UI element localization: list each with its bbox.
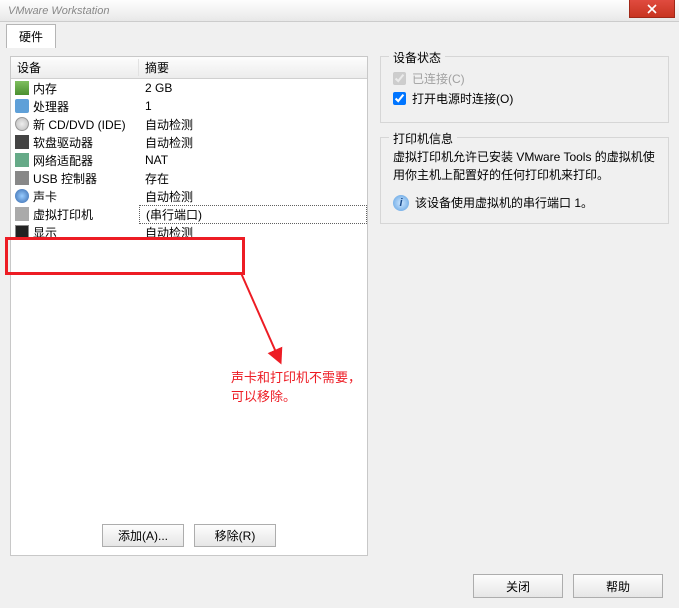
device-summary: 自动检测 — [139, 188, 367, 205]
titlebar: VMware Workstation — [0, 0, 679, 22]
device-row[interactable]: 新 CD/DVD (IDE)自动检测 — [11, 115, 367, 133]
device-summary: 2 GB — [139, 81, 367, 95]
tab-bar: 硬件 — [0, 22, 679, 48]
device-summary: 自动检测 — [139, 224, 367, 241]
device-name: 显示 — [33, 224, 139, 241]
device-name: 虚拟打印机 — [33, 206, 139, 223]
device-name: 软盘驱动器 — [33, 134, 139, 151]
sound-icon — [15, 189, 29, 203]
printer-info-group: 打印机信息 虚拟打印机允许已安装 VMware Tools 的虚拟机使用你主机上… — [380, 137, 669, 224]
memory-icon — [15, 81, 29, 95]
info-icon: i — [393, 195, 409, 211]
usb-icon — [15, 171, 29, 185]
printer-info-note: 该设备使用虚拟机的串行端口 1。 — [415, 194, 593, 211]
device-summary: (串行端口) — [139, 205, 367, 224]
display-icon — [15, 225, 29, 239]
cpu-icon — [15, 99, 29, 113]
remove-device-button[interactable]: 移除(R) — [194, 524, 276, 547]
printer-info-legend: 打印机信息 — [389, 130, 457, 147]
device-list-header: 设备 摘要 — [11, 57, 367, 79]
device-name: 声卡 — [33, 188, 139, 205]
header-summary[interactable]: 摘要 — [139, 59, 367, 76]
close-icon — [647, 4, 657, 14]
header-device[interactable]: 设备 — [11, 59, 139, 76]
device-row[interactable]: 显示自动检测 — [11, 223, 367, 241]
printer-icon — [15, 207, 29, 221]
network-icon — [15, 153, 29, 167]
device-name: 处理器 — [33, 98, 139, 115]
device-summary: NAT — [139, 153, 367, 167]
device-row[interactable]: 声卡自动检测 — [11, 187, 367, 205]
device-list[interactable]: 内存2 GB处理器1新 CD/DVD (IDE)自动检测软盘驱动器自动检测网络适… — [11, 79, 367, 516]
cd-icon — [15, 117, 29, 131]
device-name: 内存 — [33, 80, 139, 97]
device-row[interactable]: 处理器1 — [11, 97, 367, 115]
close-button[interactable]: 关闭 — [473, 574, 563, 598]
device-buttons: 添加(A)... 移除(R) — [11, 516, 367, 555]
connect-at-poweron-label: 打开电源时连接(O) — [412, 90, 513, 107]
window-title: VMware Workstation — [8, 5, 109, 17]
device-name: 新 CD/DVD (IDE) — [33, 116, 139, 133]
close-window-button[interactable] — [629, 0, 675, 18]
printer-info-text: 虚拟打印机允许已安装 VMware Tools 的虚拟机使用你主机上配置好的任何… — [393, 148, 656, 184]
annotation-text: 声卡和打印机不需要，可以移除。 — [231, 367, 367, 405]
help-button[interactable]: 帮助 — [573, 574, 663, 598]
device-name: USB 控制器 — [33, 170, 139, 187]
device-summary: 存在 — [139, 170, 367, 187]
device-row[interactable]: USB 控制器存在 — [11, 169, 367, 187]
device-summary: 自动检测 — [139, 134, 367, 151]
device-summary: 1 — [139, 99, 367, 113]
floppy-icon — [15, 135, 29, 149]
tab-hardware[interactable]: 硬件 — [6, 24, 56, 48]
device-status-legend: 设备状态 — [389, 49, 445, 66]
device-row[interactable]: 内存2 GB — [11, 79, 367, 97]
device-name: 网络适配器 — [33, 152, 139, 169]
connect-at-poweron-checkbox[interactable] — [393, 92, 406, 105]
add-device-button[interactable]: 添加(A)... — [102, 524, 184, 547]
device-list-panel: 设备 摘要 内存2 GB处理器1新 CD/DVD (IDE)自动检测软盘驱动器自… — [10, 56, 368, 556]
device-row[interactable]: 虚拟打印机(串行端口) — [11, 205, 367, 223]
device-row[interactable]: 网络适配器NAT — [11, 151, 367, 169]
connected-checkbox[interactable] — [393, 72, 406, 85]
device-summary: 自动检测 — [139, 116, 367, 133]
device-row[interactable]: 软盘驱动器自动检测 — [11, 133, 367, 151]
dialog-footer: 关闭 帮助 — [473, 574, 663, 598]
connected-label: 已连接(C) — [412, 70, 465, 87]
device-status-group: 设备状态 已连接(C) 打开电源时连接(O) — [380, 56, 669, 123]
